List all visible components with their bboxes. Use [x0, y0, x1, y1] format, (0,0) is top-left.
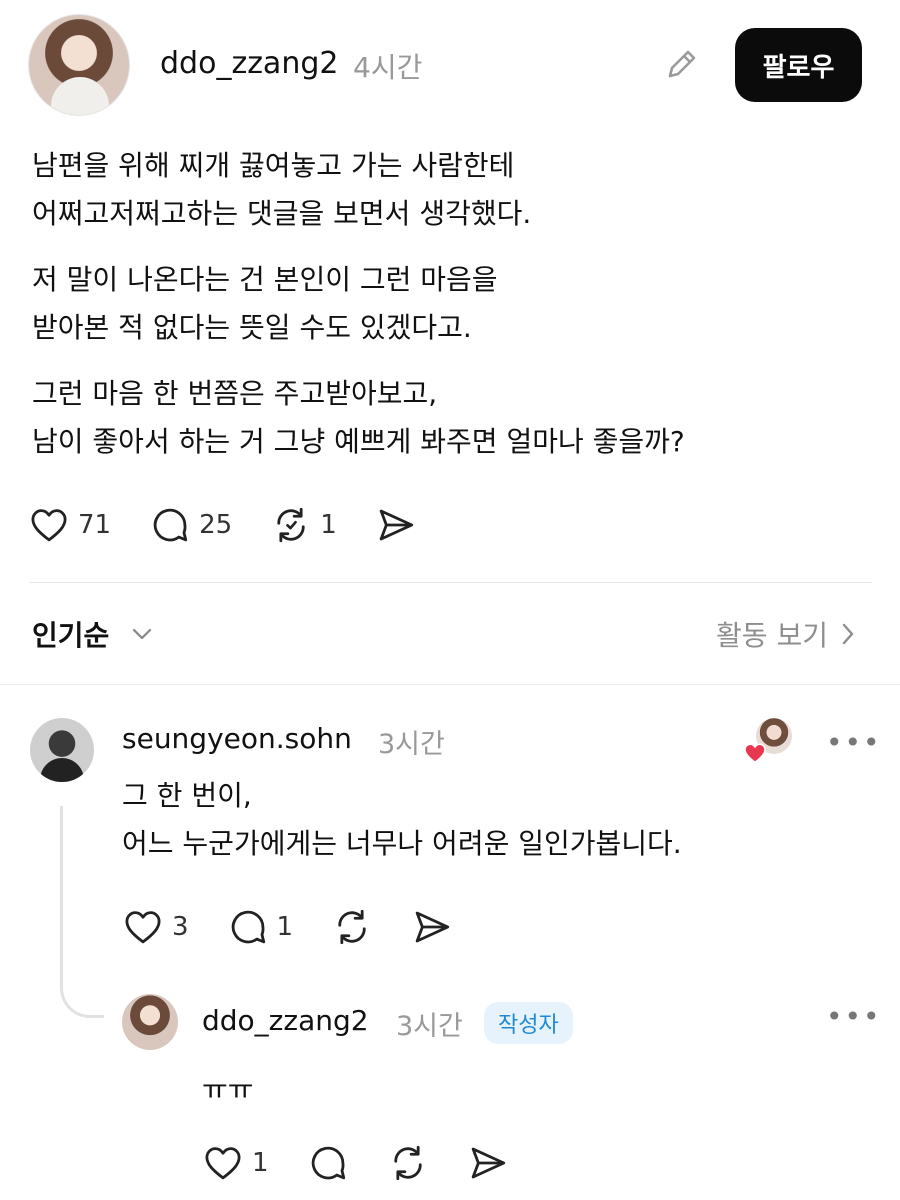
- repost-icon: [393, 1145, 422, 1181]
- comment-icon: [311, 1146, 345, 1180]
- repost-icon: [338, 909, 366, 945]
- post-time: 4시간: [353, 51, 423, 84]
- comment-button[interactable]: 25: [149, 504, 232, 546]
- like-count: 3: [172, 912, 189, 942]
- like-count: 1: [252, 1148, 269, 1178]
- chevron-right-icon: [842, 623, 854, 645]
- view-activity-link[interactable]: 활동 보기: [716, 614, 856, 654]
- repost-button[interactable]: [331, 906, 373, 948]
- repost-button[interactable]: [387, 1142, 429, 1184]
- like-count: 71: [78, 510, 112, 540]
- post-header: ddo_zzang2 4시간 팔로우: [0, 0, 900, 130]
- pencil-icon: [668, 50, 696, 78]
- sort-bar: 인기순 활동 보기: [0, 600, 900, 666]
- follow-button[interactable]: 팔로우: [735, 28, 862, 102]
- comment-count: 25: [199, 510, 233, 540]
- send-icon: [415, 911, 450, 943]
- edit-button[interactable]: [662, 44, 702, 84]
- more-options-button[interactable]: •••: [826, 1000, 882, 1033]
- author-badge: 작성자: [484, 1002, 573, 1044]
- divider: [0, 684, 900, 685]
- comment-icon: [153, 508, 188, 542]
- view-activity-label: 활동 보기: [716, 619, 828, 652]
- repost-icon: [277, 507, 305, 543]
- reply-author-avatar[interactable]: [122, 994, 178, 1050]
- thread-line: [60, 806, 104, 1018]
- repost-count: 1: [320, 510, 337, 540]
- post-paragraph: 저 말이 나온다는 건 본인이 그런 마음을 받아본 적 없다는 뜻일 수도 있…: [32, 263, 498, 344]
- post-text: 남편을 위해 찌개 끓여놓고 가는 사람한테 어쩌고저쩌고하는 댓글을 보면서 …: [32, 142, 872, 484]
- heart-filled-icon: [744, 743, 766, 764]
- heart-icon: [125, 911, 161, 944]
- more-options-button[interactable]: •••: [826, 726, 882, 759]
- reply-time: 3시간: [396, 1011, 463, 1042]
- reply-username[interactable]: ddo_zzang2: [202, 1004, 369, 1037]
- commenter-avatar[interactable]: [30, 718, 94, 782]
- chevron-down-icon[interactable]: [130, 624, 154, 644]
- like-button[interactable]: 1: [202, 1142, 269, 1184]
- like-button[interactable]: 71: [28, 504, 111, 546]
- heart-icon: [205, 1147, 241, 1180]
- share-button[interactable]: [467, 1142, 509, 1184]
- send-icon: [471, 1147, 505, 1179]
- comment-actions: 3 1: [122, 906, 491, 948]
- sort-dropdown[interactable]: 인기순: [32, 614, 109, 654]
- post-paragraph: 그런 마음 한 번쯤은 주고받아보고, 남이 좋아서 하는 거 그냥 예쁘게 봐…: [32, 377, 685, 458]
- comment-username[interactable]: seungyeon.sohn: [122, 722, 352, 755]
- post-paragraph: 남편을 위해 찌개 끓여놓고 가는 사람한테 어쩌고저쩌고하는 댓글을 보면서 …: [32, 149, 532, 230]
- repost-button[interactable]: 1: [270, 504, 337, 546]
- reply-actions: 1: [202, 1142, 547, 1184]
- author-avatar[interactable]: [28, 14, 130, 116]
- reply-count: 1: [276, 912, 294, 942]
- author-username[interactable]: ddo_zzang2: [160, 46, 338, 81]
- comment-icon: [231, 910, 265, 944]
- like-button[interactable]: 3: [122, 906, 189, 948]
- reply-button[interactable]: 1: [227, 906, 294, 948]
- send-icon: [379, 509, 413, 541]
- divider: [30, 582, 872, 583]
- share-button[interactable]: [375, 504, 417, 546]
- heart-icon: [31, 509, 67, 542]
- post-actions: 71 25 1: [28, 504, 455, 546]
- share-button[interactable]: [411, 906, 453, 948]
- reply-text: ㅠㅠ: [202, 1073, 254, 1106]
- comment-text: 그 한 번이, 어느 누군가에게는 너무나 어려운 일인가봅니다.: [122, 779, 682, 860]
- reply-button[interactable]: [307, 1142, 349, 1184]
- comment-time: 3시간: [378, 729, 445, 760]
